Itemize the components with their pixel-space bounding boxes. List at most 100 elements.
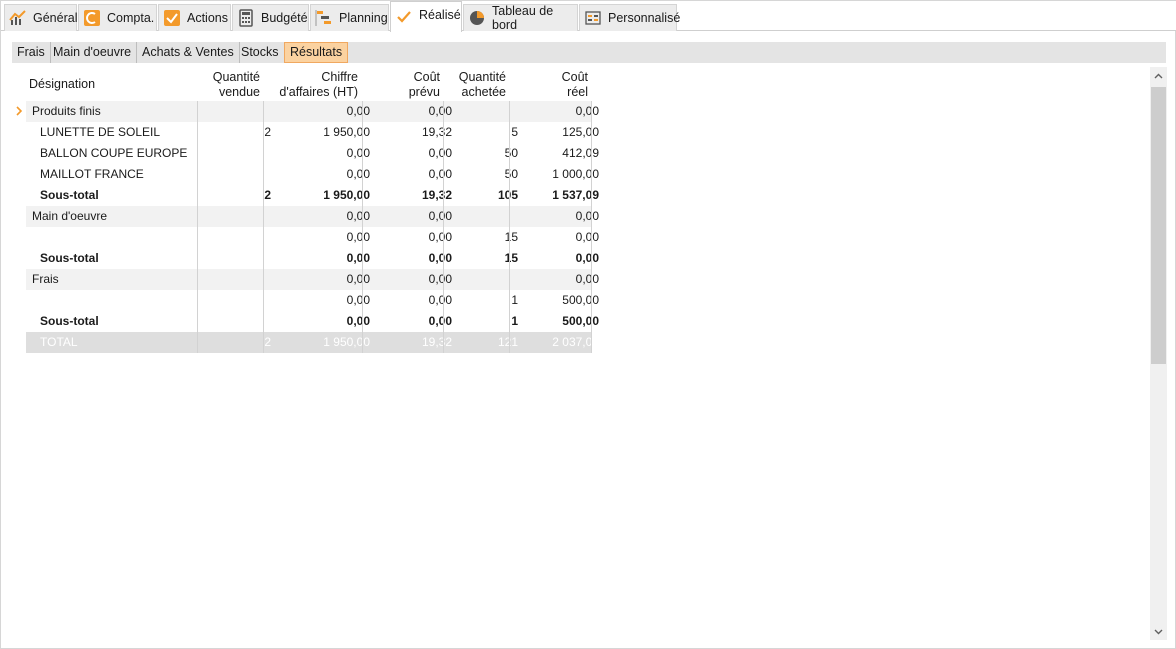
col-cout-reel[interactable]: Coût réel [510,70,588,100]
col-cout-prevu[interactable]: Coût prévu [363,70,440,100]
cell-qte-achetee: 1 [511,293,518,307]
cell-cout-reel: 1 000,00 [552,167,599,181]
header-line: Quantité [458,70,506,84]
cell-cout-reel: 0,00 [575,209,599,223]
cell-cout-reel: 500,00 [562,293,599,307]
column-divider [197,101,198,353]
col-quantite-vendue[interactable]: Quantité vendue [198,70,260,100]
cell-ca: 0,00 [346,230,370,244]
subtab-resultats[interactable]: Résultats [284,42,349,63]
cell-cout-reel: 0,00 [575,272,599,286]
gantt-icon [315,9,333,27]
tab-label: Tableau de bord [492,4,554,32]
subtotal-row[interactable]: Sous-total 2 1 950,00 19,32 105 1 537,09 [26,185,599,206]
cell-ca: 0,00 [346,167,370,181]
cell-designation: TOTAL [40,335,78,349]
cell-designation: Produits finis [32,104,101,118]
subtotal-row[interactable]: Sous-total 0,00 0,00 15 0,00 [26,248,599,269]
table-row[interactable]: Produits finis 0,00 0,00 0,00 [26,101,599,122]
header-line: Chiffre [321,70,358,84]
cell-qte-achetee [444,101,518,122]
column-divider [362,101,363,353]
cell-designation: Sous-total [40,251,99,265]
cell-ca: 0,00 [346,251,370,265]
tab-label: Réalisé [419,8,461,22]
tab-label: Général [33,11,78,25]
header-line: achetée [461,85,506,99]
tab-planning[interactable]: Planning [310,4,389,31]
header-line: réel [567,85,588,99]
cell-qte-vendue [198,206,271,227]
cell-qte-vendue [198,290,271,311]
scroll-down-icon[interactable] [1150,623,1167,640]
total-row[interactable]: TOTAL 2 1 950,00 19,32 121 2 037,09 [26,332,599,353]
scrollbar-thumb[interactable] [1151,87,1166,364]
tab-label: Actions [187,11,228,25]
cell-cout-reel: 2 037,09 [552,335,599,349]
cell-cout-reel: 1 537,09 [552,188,599,202]
subtab-frais[interactable]: Frais [12,42,51,63]
tab-realise[interactable]: Réalisé [390,1,462,32]
scroll-up-icon[interactable] [1150,67,1167,84]
subtab-main-d-oeuvre[interactable]: Main d'oeuvre [48,42,138,63]
tab-tableau-de-bord[interactable]: Tableau de bord [463,4,578,32]
table-row[interactable]: 0,00 0,00 15 0,00 [26,227,599,248]
tab-personnalise[interactable]: Personnalisé [579,4,681,31]
cell-qte-vendue [198,143,271,164]
cell-cout-prevu: 0,00 [428,230,452,244]
cell-ca: 0,00 [346,293,370,307]
cell-cout-reel: 500,00 [562,314,599,328]
cell-qte-vendue: 2 [264,188,271,202]
cell-qte-achetee: 5 [511,125,518,139]
cell-designation: Sous-total [40,188,99,202]
column-divider [509,101,510,353]
cell-cout-prevu: 19,32 [421,188,452,202]
cell-ca: 1 950,00 [323,125,370,139]
cell-ca: 0,00 [346,314,370,328]
calculator-icon [237,9,255,27]
col-chiffre-affaires[interactable]: Chiffre d'affaires (HT) [264,70,358,100]
cell-qte-achetee: 105 [497,188,518,202]
table-row[interactable]: BALLON COUPE EUROPE 0,00 0,00 50 412,09 [26,143,599,164]
cell-ca: 0,00 [346,209,370,223]
col-quantite-achetee[interactable]: Quantité achetée [444,70,506,100]
table-row[interactable]: MAILLOT FRANCE 0,00 0,00 50 1 000,00 [26,164,599,185]
cell-qte-vendue [198,101,271,122]
cell-designation: Sous-total [40,314,99,328]
accounting-icon [83,9,101,27]
subtotal-row[interactable]: Sous-total 0,00 0,00 1 500,00 [26,311,599,332]
tab-budgete[interactable]: Budgété [232,4,309,31]
cell-cout-prevu: 0,00 [428,251,452,265]
subtab-achats-ventes[interactable]: Achats & Ventes [137,42,240,63]
cell-designation: Frais [32,272,59,286]
table-row[interactable]: LUNETTE DE SOLEIL 2 1 950,00 19,32 5 125,00 [26,122,599,143]
cell-qte-vendue: 2 [264,335,271,349]
cell-cout-reel: 125,00 [562,125,599,139]
header-line: d'affaires (HT) [279,85,358,99]
table-row[interactable]: 0,00 0,00 1 500,00 [26,290,599,311]
table-row[interactable]: Frais 0,00 0,00 0,00 [26,269,599,290]
cell-qte-vendue: 2 [264,125,271,139]
tab-compta[interactable]: Compta. [78,4,157,31]
cell-qte-vendue [198,164,271,185]
tab-label: Personnalisé [608,11,681,25]
col-designation[interactable]: Désignation [29,77,95,92]
checkmark-icon [395,8,413,26]
sub-tab-bar: Frais Main d'oeuvre Achats & Ventes Stoc… [12,42,1166,63]
column-divider [263,101,264,353]
header-line: prévu [408,85,440,99]
cell-cout-prevu: 0,00 [428,209,452,223]
tab-actions[interactable]: Actions [158,4,231,31]
subtab-stocks[interactable]: Stocks [236,42,285,63]
cell-cout-prevu: 0,00 [428,293,452,307]
cell-qte-vendue [198,269,271,290]
cell-ca: 0,00 [346,272,370,286]
tab-general[interactable]: Général [4,4,77,31]
column-divider [591,101,592,353]
vertical-scrollbar[interactable] [1150,67,1167,640]
row-indicator-icon [16,106,23,116]
cell-cout-prevu: 0,00 [428,167,452,181]
table-row[interactable]: Main d'oeuvre 0,00 0,00 0,00 [26,206,599,227]
cell-designation: Main d'oeuvre [32,209,107,223]
window-frame: Général Compta. Actions Budgété Planning [0,0,1176,649]
